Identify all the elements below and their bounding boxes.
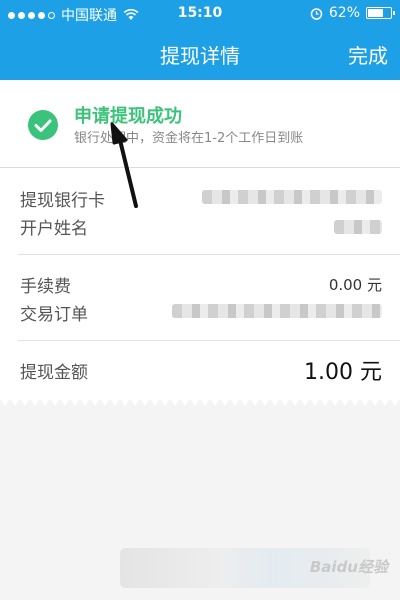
watermark: Baidu经验 <box>309 558 388 576</box>
annotation-arrow <box>110 122 138 208</box>
